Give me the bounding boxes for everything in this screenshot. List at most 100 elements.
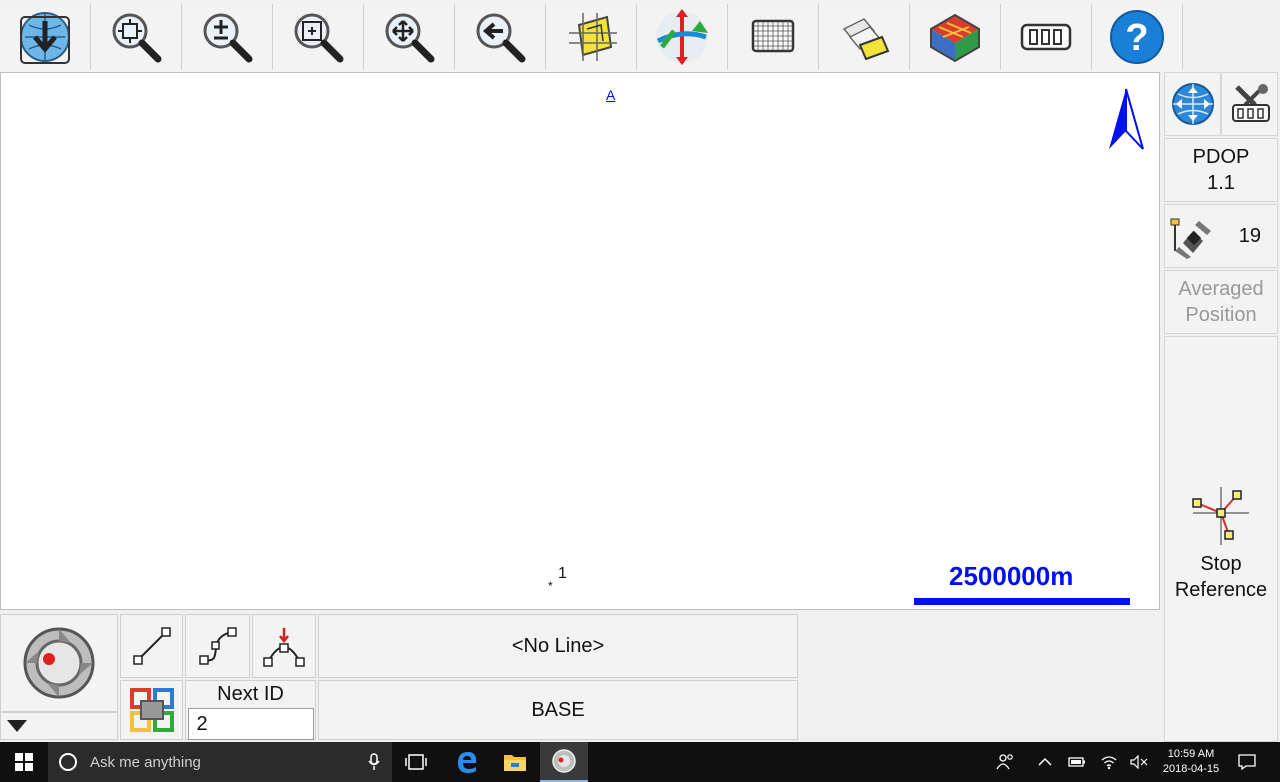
side-panel: PDOP 1.1 19 Averaged Position Stop Refer…: [1162, 72, 1280, 742]
windows-taskbar: Ask me anything 10:59 AM 2018-04-15: [0, 742, 1280, 782]
map-canvas[interactable]: A * 1 2500000m: [0, 72, 1160, 610]
color-frames-icon: [129, 688, 174, 732]
next-id-panel: Next ID 2: [185, 680, 316, 740]
point-marker-icon: *: [548, 579, 553, 593]
north-arrow-icon: [1109, 88, 1144, 150]
edge-browser-button[interactable]: [446, 742, 488, 782]
start-button[interactable]: [0, 742, 48, 782]
traverse-points-icon: [1192, 487, 1249, 545]
action-center-button[interactable]: [1232, 742, 1262, 782]
averaged-label-line1: Averaged: [1178, 278, 1264, 300]
battery-button[interactable]: [1066, 742, 1088, 782]
file-explorer-button[interactable]: [494, 742, 536, 782]
stop-reference-line1: Stop: [1200, 553, 1242, 575]
microphone-icon: [368, 753, 380, 770]
globe-nav-button[interactable]: [1164, 72, 1221, 136]
volume-button[interactable]: [1128, 742, 1150, 782]
chevron-up-icon: [1038, 757, 1052, 766]
task-view-icon: [405, 754, 427, 770]
zoom-back-icon: [476, 13, 526, 63]
notification-icon: [1238, 754, 1256, 770]
people-icon: [996, 754, 1013, 770]
windows-logo-icon: [15, 753, 33, 771]
task-view-button[interactable]: [396, 742, 436, 782]
triangle-down-icon: [7, 720, 27, 732]
pdop-label: PDOP: [1192, 146, 1250, 168]
search-placeholder: Ask me anything: [90, 753, 201, 771]
tools-settings-icon: [1231, 84, 1270, 122]
slider-settings-icon: [1020, 23, 1072, 51]
settings-button[interactable]: [1001, 4, 1092, 70]
cortana-search-box[interactable]: Ask me anything: [48, 742, 392, 782]
grid-icon: [751, 19, 795, 53]
base-mode-button[interactable]: BASE: [318, 680, 798, 740]
survey-app-taskbar-button[interactable]: [540, 742, 588, 782]
svg-text:?: ?: [1125, 17, 1148, 59]
map-sheet-icon: [569, 13, 617, 61]
volume-muted-icon: [1130, 755, 1148, 769]
globe-download-icon: [20, 12, 70, 64]
clock-time: 10:59 AM: [1167, 748, 1215, 760]
gnss-app-icon: [552, 749, 576, 773]
pdop-value: 1.1: [1207, 172, 1235, 194]
people-button[interactable]: [994, 742, 1018, 782]
globe-arrows-icon: [1171, 83, 1214, 125]
clock-button[interactable]: 10:59 AM 2018-04-15: [1156, 742, 1226, 782]
map-north-label: A: [606, 87, 616, 103]
folder-icon: [504, 755, 526, 771]
next-id-input[interactable]: 2: [187, 708, 314, 740]
zoom-in-out-button[interactable]: [182, 4, 273, 70]
3d-axes-icon: [656, 9, 708, 65]
overlay-pages-icon: [842, 18, 890, 61]
arc-segment-icon: [263, 628, 305, 667]
show-hidden-icons-button[interactable]: [1034, 742, 1056, 782]
feature-code-button[interactable]: [120, 680, 183, 740]
zoom-window-icon: [294, 13, 344, 63]
zoom-previous-button[interactable]: [455, 4, 546, 70]
zoom-plus-minus-icon: [203, 13, 253, 63]
pan-magnifier-icon: [385, 13, 435, 63]
load-map-button[interactable]: [0, 4, 91, 70]
rotate-view-button[interactable]: [637, 4, 728, 70]
gnss-menu-button[interactable]: [0, 614, 118, 712]
network-button[interactable]: [1098, 742, 1120, 782]
stop-reference-button[interactable]: Stop Reference: [1164, 336, 1278, 742]
layers-button[interactable]: [546, 4, 637, 70]
overlay-button[interactable]: [819, 4, 910, 70]
bottom-panel: Next ID 2 <No Line> BASE: [0, 612, 1162, 742]
arc-line-button[interactable]: [252, 614, 316, 678]
gnss-receiver-icon: [23, 627, 95, 699]
point-label: 1: [558, 565, 567, 582]
edge-icon: [458, 752, 477, 773]
tools-button[interactable]: [1221, 72, 1278, 136]
grid-button[interactable]: [728, 4, 819, 70]
next-id-label: Next ID: [217, 683, 284, 705]
wifi-icon: [1101, 756, 1117, 770]
help-button[interactable]: ?: [1092, 4, 1183, 70]
averaged-position-button[interactable]: Averaged Position: [1164, 270, 1278, 334]
surface-3d-icon: [930, 13, 980, 63]
pdop-display[interactable]: PDOP 1.1: [1164, 138, 1278, 202]
surface-button[interactable]: [910, 4, 1001, 70]
line-segment-icon: [132, 627, 171, 665]
cortana-circle-icon: [59, 753, 77, 771]
averaged-label-line2: Position: [1185, 304, 1257, 326]
main-toolbar: ?: [0, 0, 1184, 72]
zoom-extents-icon: [112, 13, 162, 63]
straight-line-button[interactable]: [120, 614, 183, 678]
stop-reference-line2: Reference: [1174, 579, 1268, 601]
zoom-extents-button[interactable]: [91, 4, 182, 70]
pan-button[interactable]: [364, 4, 455, 70]
zoom-window-button[interactable]: [273, 4, 364, 70]
satellite-status[interactable]: 19: [1164, 204, 1278, 268]
curve-segment-icon: [198, 627, 237, 665]
battery-icon: [1068, 757, 1085, 767]
satellite-icon: [1170, 218, 1211, 259]
curve-line-button[interactable]: [185, 614, 250, 678]
line-select-dropdown[interactable]: <No Line>: [318, 614, 798, 678]
scale-bar-label: 2500000m: [949, 561, 1074, 591]
clock-date: 2018-04-15: [1162, 763, 1220, 775]
expand-menu-button[interactable]: [0, 712, 118, 740]
satellite-count: 19: [1238, 225, 1261, 247]
help-icon: ?: [1110, 10, 1164, 64]
